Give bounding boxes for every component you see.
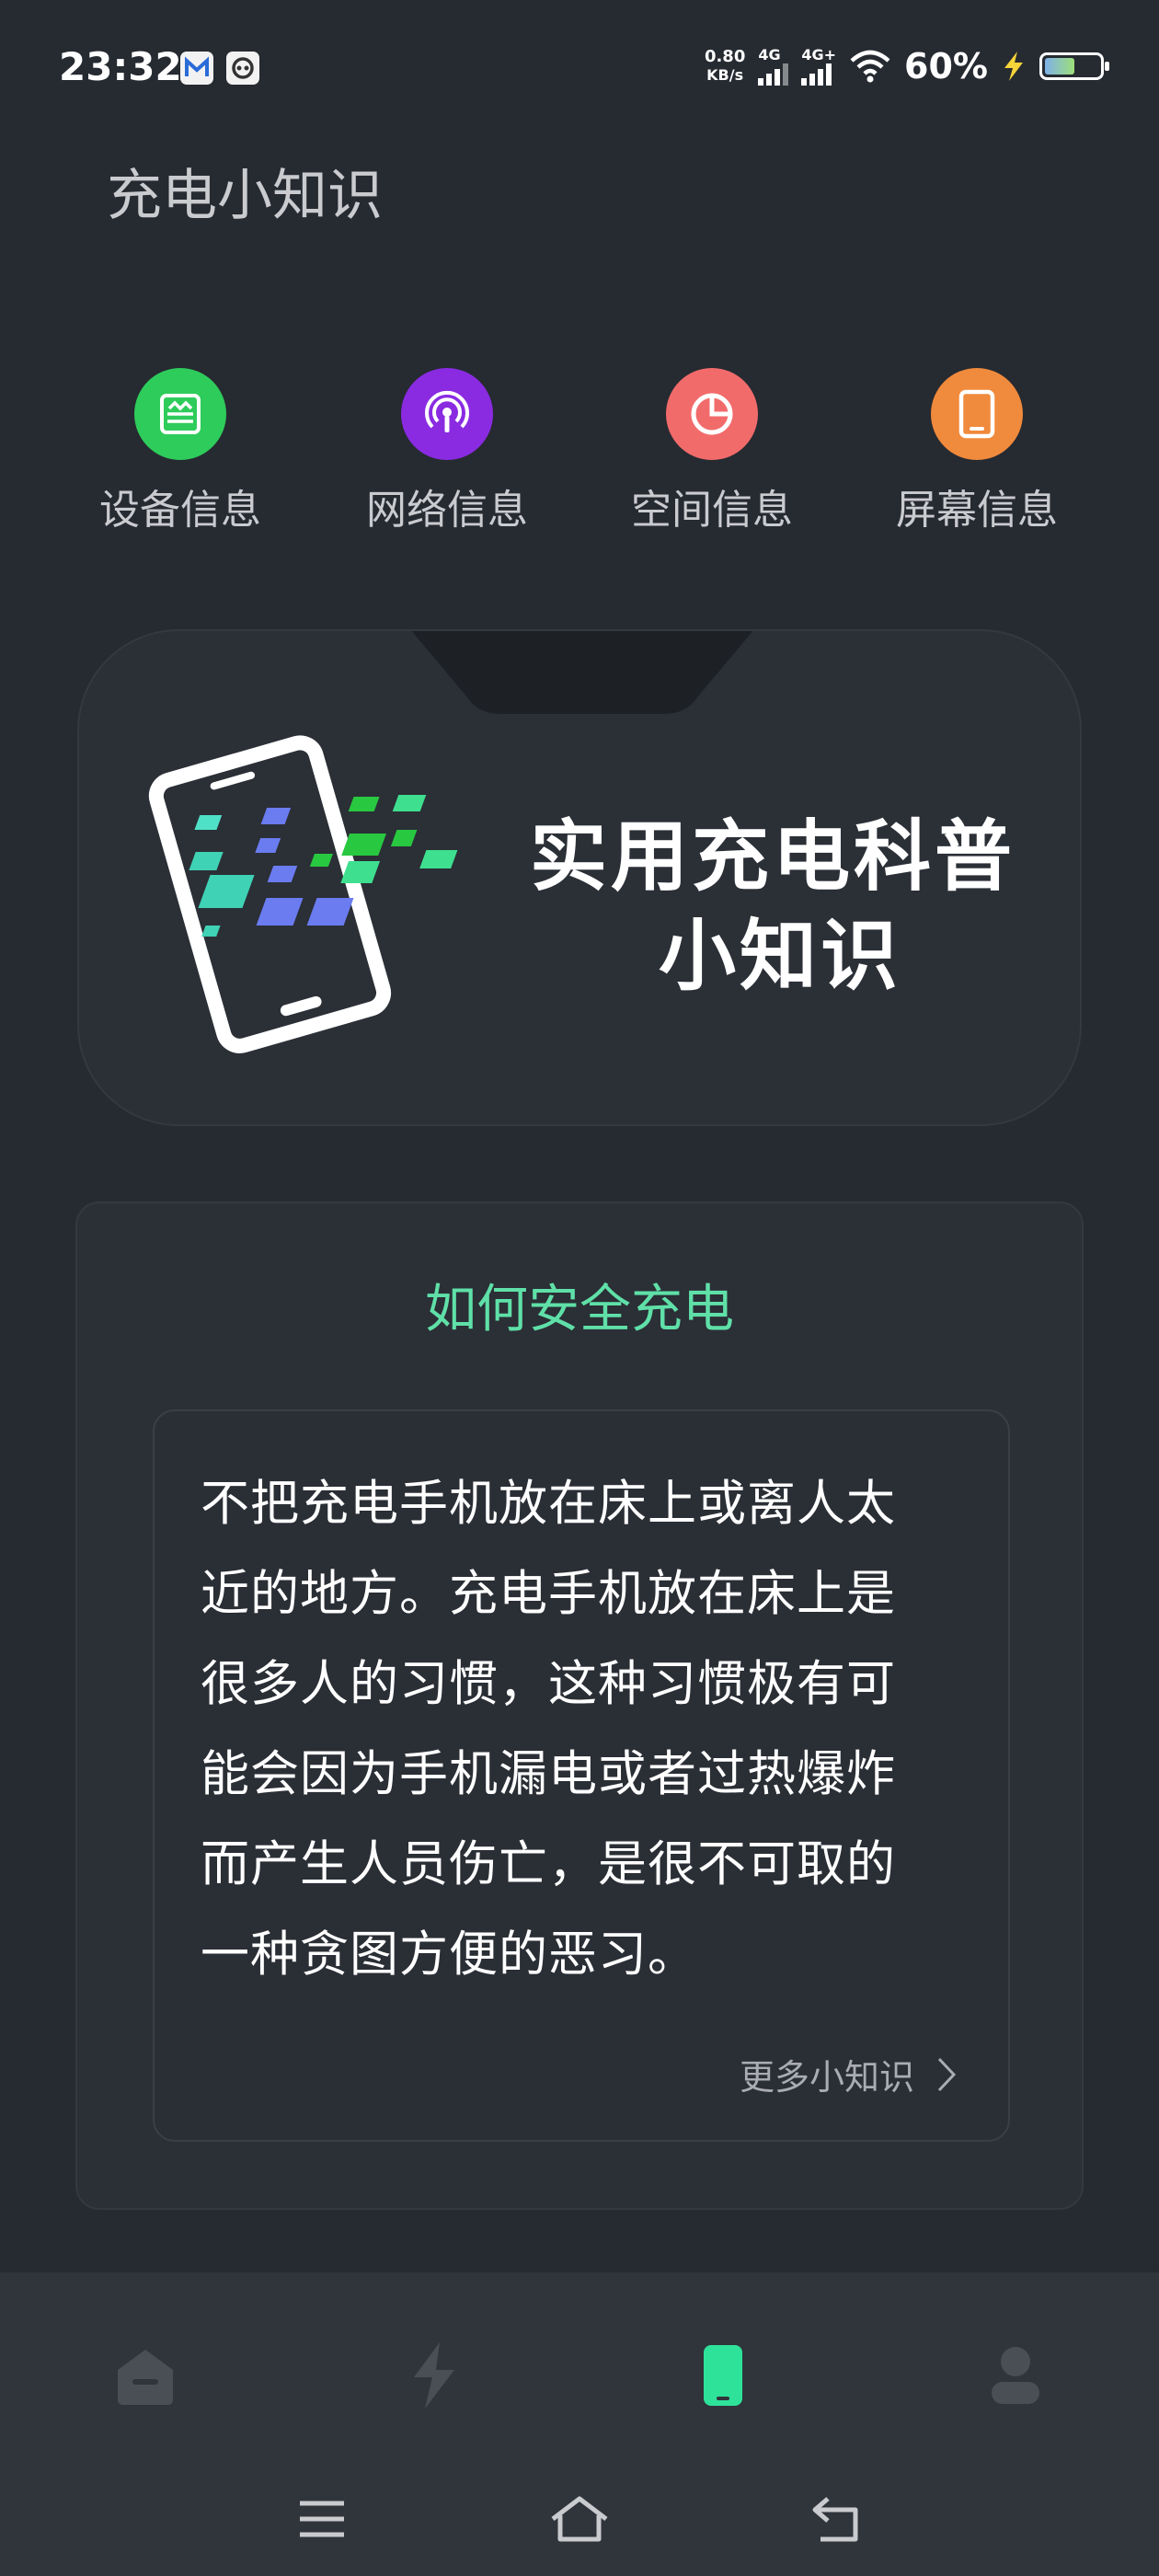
quick-item-storage-info[interactable]: 空间信息 <box>611 368 813 535</box>
quick-menu: 设备信息 网络信息 空间信息 屏幕信息 <box>0 368 1159 552</box>
home-outline-icon <box>551 2496 608 2542</box>
nav-charge[interactable] <box>388 2329 480 2421</box>
quick-label: 设备信息 <box>99 487 261 534</box>
nav-profile[interactable] <box>970 2329 1061 2421</box>
tip-line: 能会因为手机漏电或者过热爆炸 <box>201 1746 896 1802</box>
tip-line: 而产生人员伤亡，是很不可取的 <box>201 1836 896 1892</box>
mail-icon <box>180 52 213 85</box>
more-tips-link[interactable]: 更多小知识 <box>740 2049 957 2099</box>
nav-home[interactable] <box>99 2329 191 2421</box>
wifi-icon <box>850 50 890 83</box>
status-time: 23:32 <box>59 44 182 89</box>
tip-line: 很多人的习惯，这种习惯极有可 <box>201 1656 896 1712</box>
banner-title: 实用充电科普 <box>530 811 1016 902</box>
network-podcast-icon <box>401 368 493 460</box>
battery-percent: 60% <box>904 46 988 86</box>
page-title: 充电小知识 <box>107 164 383 228</box>
quick-item-network-info[interactable]: 网络信息 <box>346 368 548 535</box>
phone-data-illustration <box>148 735 458 1053</box>
sim2-tag: 4G+ <box>801 46 837 63</box>
tip-line: 不把充电手机放在床上或离人太 <box>201 1476 896 1532</box>
user-icon <box>992 2347 1039 2404</box>
menu-icon <box>300 2501 344 2537</box>
game-controller-icon <box>226 52 259 85</box>
system-menu-button[interactable] <box>285 2482 359 2556</box>
home-icon <box>118 2350 173 2405</box>
tablet-icon <box>931 368 1023 460</box>
nav-phone[interactable] <box>677 2329 769 2421</box>
quick-label: 屏幕信息 <box>896 487 1058 534</box>
quick-item-screen-info[interactable]: 屏幕信息 <box>876 368 1078 535</box>
banner-notch <box>411 631 753 714</box>
tip-body: 不把充电手机放在床上或离人太 近的地方。充电手机放在床上是 很多人的习惯，这种习… <box>201 1459 955 2000</box>
tip-card: 如何安全充电 不把充电手机放在床上或离人太 近的地方。充电手机放在床上是 很多人… <box>75 1202 1084 2210</box>
pie-chart-icon <box>666 368 758 460</box>
back-icon <box>812 2497 858 2542</box>
bottom-nav <box>0 2272 1159 2447</box>
sim1-tag: 4G <box>758 46 781 63</box>
battery-fill <box>1045 58 1075 75</box>
tip-title: 如何安全充电 <box>425 1280 734 1340</box>
system-home-button[interactable] <box>543 2482 616 2556</box>
system-navigation-bar <box>0 2447 1159 2576</box>
battery-icon <box>1039 52 1109 80</box>
banner[interactable]: 实用充电科普 小知识 <box>77 629 1082 1126</box>
network-speed-unit: KB/s <box>706 66 744 84</box>
sim2-signal-icon: 4G+ <box>801 47 836 86</box>
tip-content-box: 不把充电手机放在床上或离人太 近的地方。充电手机放在床上是 很多人的习惯，这种习… <box>153 1409 1010 2142</box>
network-speed-value: 0.80 <box>704 47 746 66</box>
lightning-icon <box>414 2342 454 2409</box>
phone-icon <box>704 2345 742 2406</box>
quick-item-device-info[interactable]: 设备信息 <box>79 368 281 535</box>
charging-bolt-icon <box>1004 52 1023 81</box>
quick-label: 网络信息 <box>366 487 528 534</box>
sim1-signal-icon: 4G <box>758 46 789 86</box>
banner-subtitle: 小知识 <box>659 911 902 1001</box>
status-bar: 23:32 0.80 KB/s 4G 4G+ 60% <box>0 0 1159 138</box>
system-back-button[interactable] <box>800 2482 874 2556</box>
more-tips-label: 更多小知识 <box>739 2057 914 2098</box>
device-info-icon <box>134 368 226 460</box>
network-speed: 0.80 KB/s <box>705 48 745 85</box>
tip-line: 一种贪图方便的恶习。 <box>201 1926 697 1983</box>
tip-line: 近的地方。充电手机放在床上是 <box>201 1566 896 1622</box>
quick-label: 空间信息 <box>631 487 793 534</box>
chevron-right-icon <box>937 2057 957 2091</box>
